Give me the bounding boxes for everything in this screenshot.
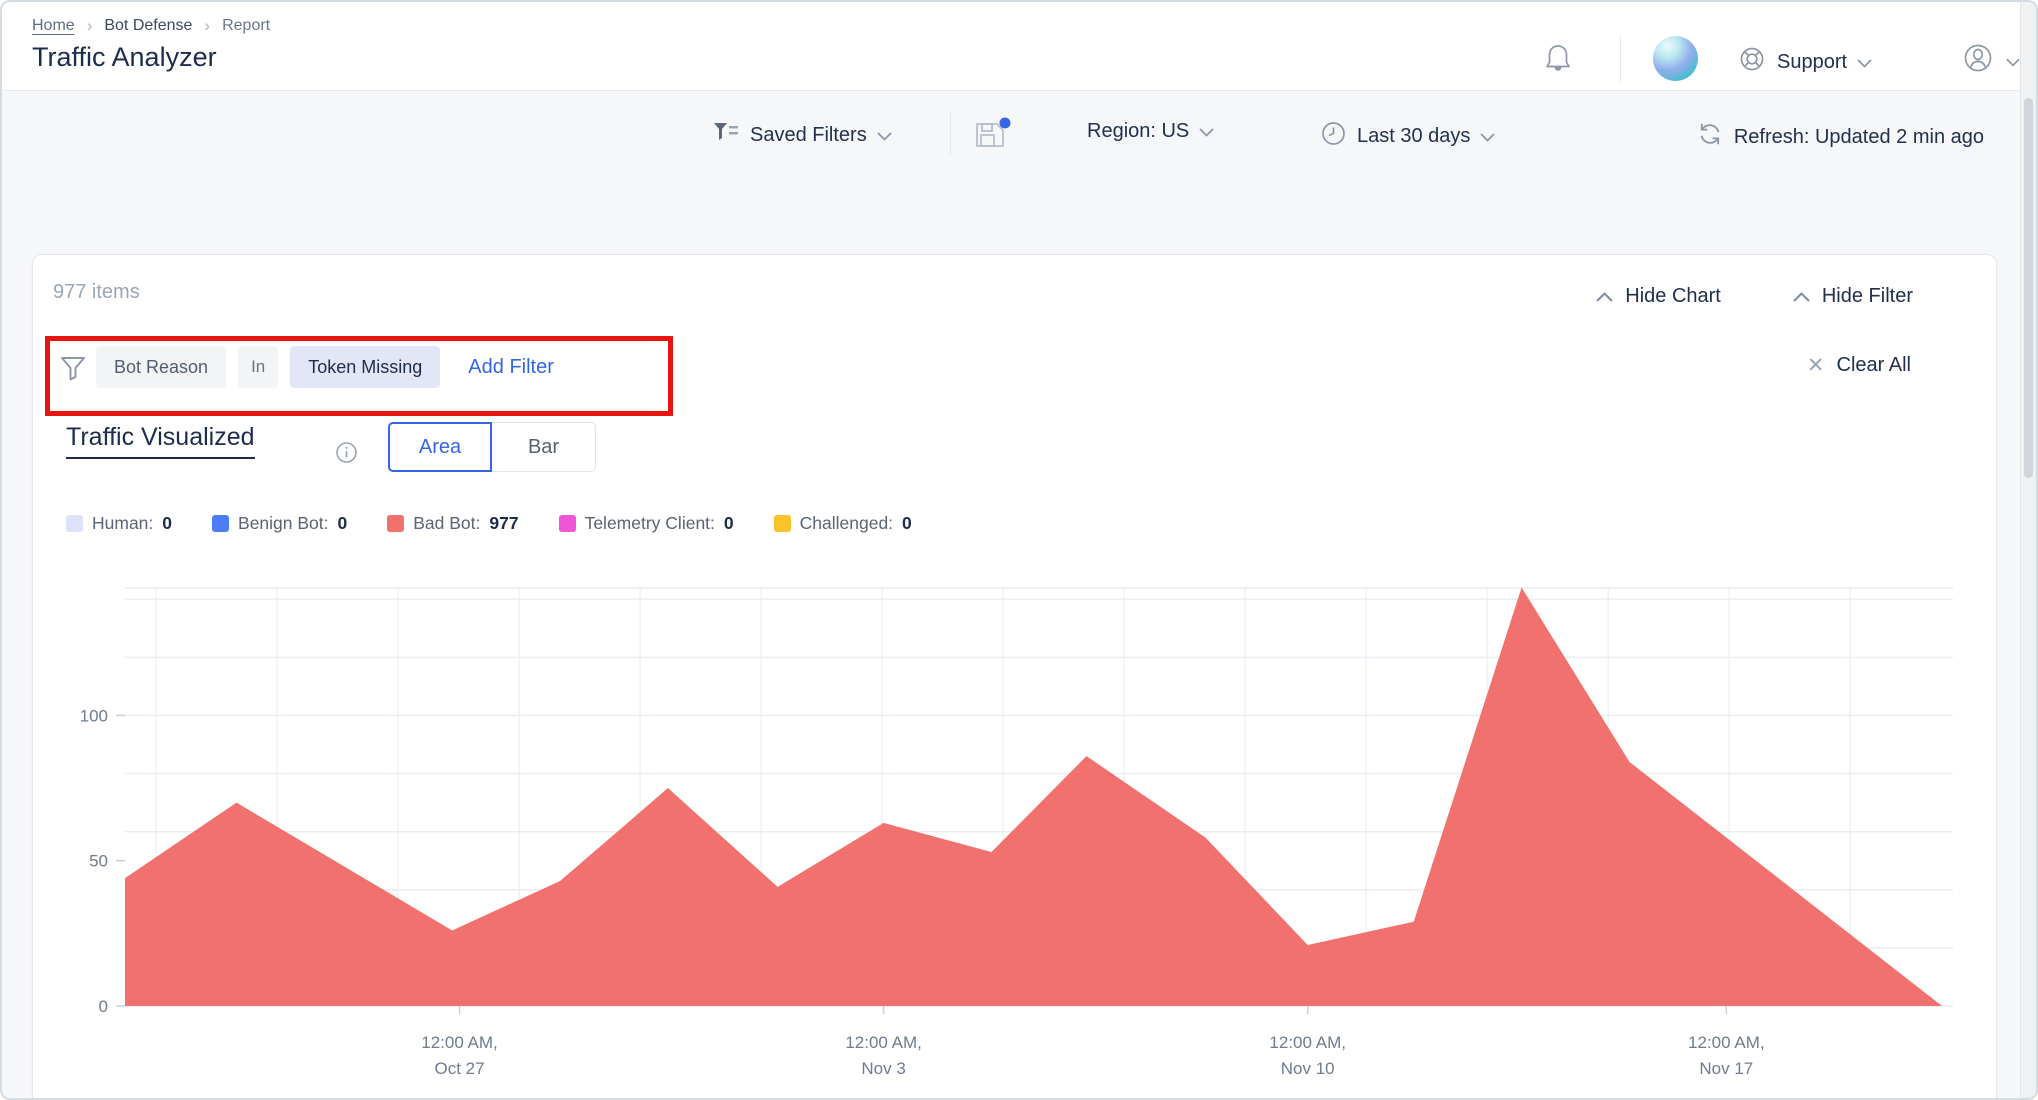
x-tick-label: Oct 27 bbox=[434, 1059, 484, 1078]
notifications-bell-icon[interactable] bbox=[1542, 42, 1574, 81]
chevron-right-icon: › bbox=[87, 16, 93, 36]
chevron-down-icon bbox=[1857, 51, 1872, 74]
filter-list-icon bbox=[712, 120, 740, 150]
legend-label: Human: bbox=[92, 513, 153, 534]
user-circle-icon bbox=[1960, 40, 1996, 82]
region-label: Region: US bbox=[1087, 120, 1189, 143]
support-label: Support bbox=[1777, 51, 1847, 74]
x-tick-label: Nov 3 bbox=[861, 1059, 905, 1078]
active-filter-row: Bot Reason In Token Missing Add Filter bbox=[96, 346, 554, 388]
report-panel: 977 items Hide Chart Hide Filter bbox=[32, 254, 1997, 1100]
chart-type-toggle: Area Bar bbox=[388, 422, 596, 472]
top-header: Home › Bot Defense › Report Traffic Anal… bbox=[2, 2, 2036, 91]
saved-filters-label: Saved Filters bbox=[750, 124, 867, 147]
chevron-down-icon bbox=[1199, 120, 1214, 143]
chevron-right-icon: › bbox=[204, 16, 210, 36]
x-tick-label: 12:00 AM, bbox=[1269, 1033, 1346, 1052]
lifebuoy-icon bbox=[1737, 44, 1767, 80]
x-tick-label: Nov 10 bbox=[1281, 1059, 1335, 1078]
legend-item-telemetry-client[interactable]: Telemetry Client: 0 bbox=[559, 513, 734, 534]
hide-filter-label: Hide Filter bbox=[1822, 285, 1913, 308]
region-dropdown[interactable]: Region: US bbox=[1087, 120, 1214, 143]
y-tick-label: 0 bbox=[99, 997, 108, 1016]
legend-item-challenged[interactable]: Challenged: 0 bbox=[774, 513, 912, 534]
y-tick-label: 100 bbox=[80, 706, 108, 725]
time-range-dropdown[interactable]: Last 30 days bbox=[1320, 120, 1495, 153]
legend-value: 0 bbox=[724, 513, 734, 534]
traffic-area-chart: 0 50 100 12:00 AM, Oct 27 12:00 AM, Nov 3 12:00… bbox=[33, 560, 1996, 1100]
account-menu[interactable] bbox=[1960, 40, 2020, 82]
user-avatar[interactable] bbox=[1653, 36, 1698, 81]
refresh-icon bbox=[1696, 120, 1724, 154]
panel-view-controls: Hide Chart Hide Filter bbox=[1596, 285, 1913, 308]
legend-item-human[interactable]: Human: 0 bbox=[66, 513, 172, 534]
legend-item-benign-bot[interactable]: Benign Bot: 0 bbox=[212, 513, 347, 534]
legend-value: 0 bbox=[338, 513, 348, 534]
filter-field-pill[interactable]: Bot Reason bbox=[96, 346, 226, 388]
toggle-area-button[interactable]: Area bbox=[388, 422, 492, 472]
clear-all-label: Clear All bbox=[1837, 354, 1911, 377]
page-title: Traffic Analyzer bbox=[32, 42, 217, 73]
breadcrumb: Home › Bot Defense › Report bbox=[32, 16, 270, 36]
breadcrumb-home-link[interactable]: Home bbox=[32, 17, 75, 35]
legend-label: Bad Bot: bbox=[413, 513, 480, 534]
chevron-down-icon bbox=[1480, 125, 1495, 148]
legend-label: Challenged: bbox=[800, 513, 893, 534]
x-tick-label: 12:00 AM, bbox=[1688, 1033, 1765, 1052]
info-icon[interactable] bbox=[335, 441, 358, 469]
chevron-down-icon bbox=[2006, 50, 2020, 73]
items-count: 977 items bbox=[53, 281, 140, 304]
clock-icon bbox=[1320, 120, 1347, 153]
legend-item-bad-bot[interactable]: Bad Bot: 977 bbox=[387, 513, 518, 534]
filter-value-pill[interactable]: Token Missing bbox=[290, 346, 440, 388]
saved-filters-dropdown[interactable]: Saved Filters bbox=[712, 120, 892, 150]
breadcrumb-current: Report bbox=[222, 17, 270, 35]
y-tick-label: 50 bbox=[89, 852, 108, 871]
vertical-scrollbar[interactable] bbox=[2020, 2, 2036, 1098]
save-filter-button[interactable] bbox=[972, 116, 1014, 159]
x-tick-label: 12:00 AM, bbox=[845, 1033, 922, 1052]
hide-filter-button[interactable]: Hide Filter bbox=[1793, 285, 1913, 308]
breadcrumb-bot-defense-link[interactable]: Bot Defense bbox=[104, 17, 192, 35]
legend-swatch bbox=[774, 515, 791, 532]
chevron-up-icon bbox=[1793, 285, 1810, 308]
hide-chart-button[interactable]: Hide Chart bbox=[1596, 285, 1721, 308]
legend-value: 977 bbox=[489, 513, 518, 534]
legend-label: Telemetry Client: bbox=[585, 513, 715, 534]
legend-value: 0 bbox=[902, 513, 912, 534]
hide-chart-label: Hide Chart bbox=[1625, 285, 1721, 308]
legend-swatch bbox=[212, 515, 229, 532]
legend-label: Benign Bot: bbox=[238, 513, 328, 534]
add-filter-button[interactable]: Add Filter bbox=[468, 356, 554, 379]
chart-legend: Human: 0Benign Bot: 0Bad Bot: 977Telemet… bbox=[66, 513, 912, 534]
unsaved-changes-dot bbox=[1000, 118, 1011, 129]
header-divider bbox=[1620, 36, 1621, 82]
scrollbar-thumb[interactable] bbox=[2024, 98, 2033, 478]
chevron-down-icon bbox=[877, 124, 892, 147]
toggle-bar-button[interactable]: Bar bbox=[492, 422, 596, 472]
legend-swatch bbox=[387, 515, 404, 532]
chevron-up-icon bbox=[1596, 285, 1613, 308]
refresh-button[interactable]: Refresh: Updated 2 min ago bbox=[1696, 120, 1984, 154]
support-menu[interactable]: Support bbox=[1737, 44, 1872, 80]
legend-value: 0 bbox=[162, 513, 172, 534]
close-icon: ✕ bbox=[1807, 353, 1825, 378]
x-tick-label: Nov 17 bbox=[1699, 1059, 1753, 1078]
legend-swatch bbox=[66, 515, 83, 532]
clear-all-button[interactable]: ✕ Clear All bbox=[1807, 353, 1911, 378]
legend-swatch bbox=[559, 515, 576, 532]
app-window: Home › Bot Defense › Report Traffic Anal… bbox=[0, 0, 2038, 1100]
x-tick-label: 12:00 AM, bbox=[421, 1033, 498, 1052]
toolbar-divider bbox=[950, 112, 951, 156]
filter-operator-pill[interactable]: In bbox=[238, 346, 278, 388]
funnel-icon bbox=[58, 353, 88, 383]
time-range-label: Last 30 days bbox=[1357, 125, 1470, 148]
refresh-label: Refresh: Updated 2 min ago bbox=[1734, 126, 1984, 149]
section-title-traffic-visualized[interactable]: Traffic Visualized bbox=[66, 423, 255, 459]
